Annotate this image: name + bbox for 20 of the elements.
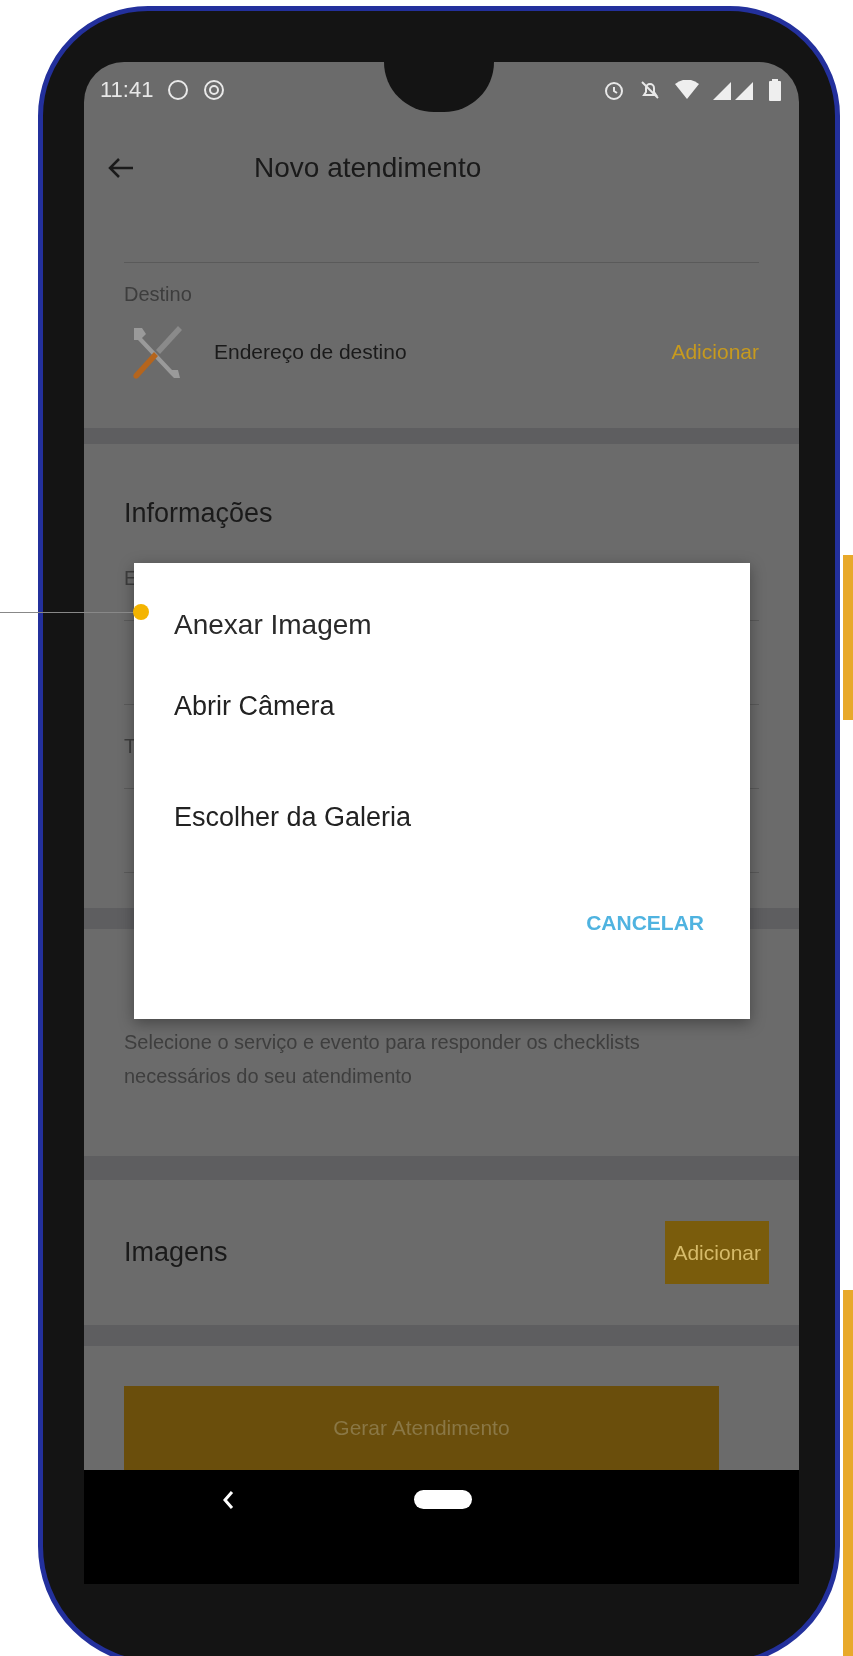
section-title: Informações xyxy=(124,498,274,529)
add-button[interactable]: Adicionar xyxy=(665,1221,769,1284)
wifi-icon xyxy=(675,80,699,100)
muted-bell-icon xyxy=(639,79,661,101)
screen-title: Novo atendimento xyxy=(254,152,482,184)
submit-button[interactable]: Gerar Atendimento xyxy=(124,1386,719,1470)
add-link[interactable]: Adicionar xyxy=(671,340,759,364)
section-title: Imagens xyxy=(124,1237,228,1268)
status-time: 11:41 xyxy=(100,77,154,103)
dialog-option[interactable]: Abrir Câmera xyxy=(174,691,335,722)
dialog-option[interactable]: Escolher da Galeria xyxy=(174,802,412,833)
home-button[interactable] xyxy=(414,1490,472,1509)
alarm-icon xyxy=(603,79,625,101)
cancel-button[interactable]: CANCELAR xyxy=(586,911,704,935)
back-arrow-icon[interactable] xyxy=(108,157,134,179)
battery-icon xyxy=(769,79,781,101)
back-icon[interactable] xyxy=(222,1490,234,1510)
address-text: Endereço de destino xyxy=(214,340,407,364)
signal-icon xyxy=(713,80,755,100)
dialog-title: Anexar Imagem xyxy=(174,609,372,641)
